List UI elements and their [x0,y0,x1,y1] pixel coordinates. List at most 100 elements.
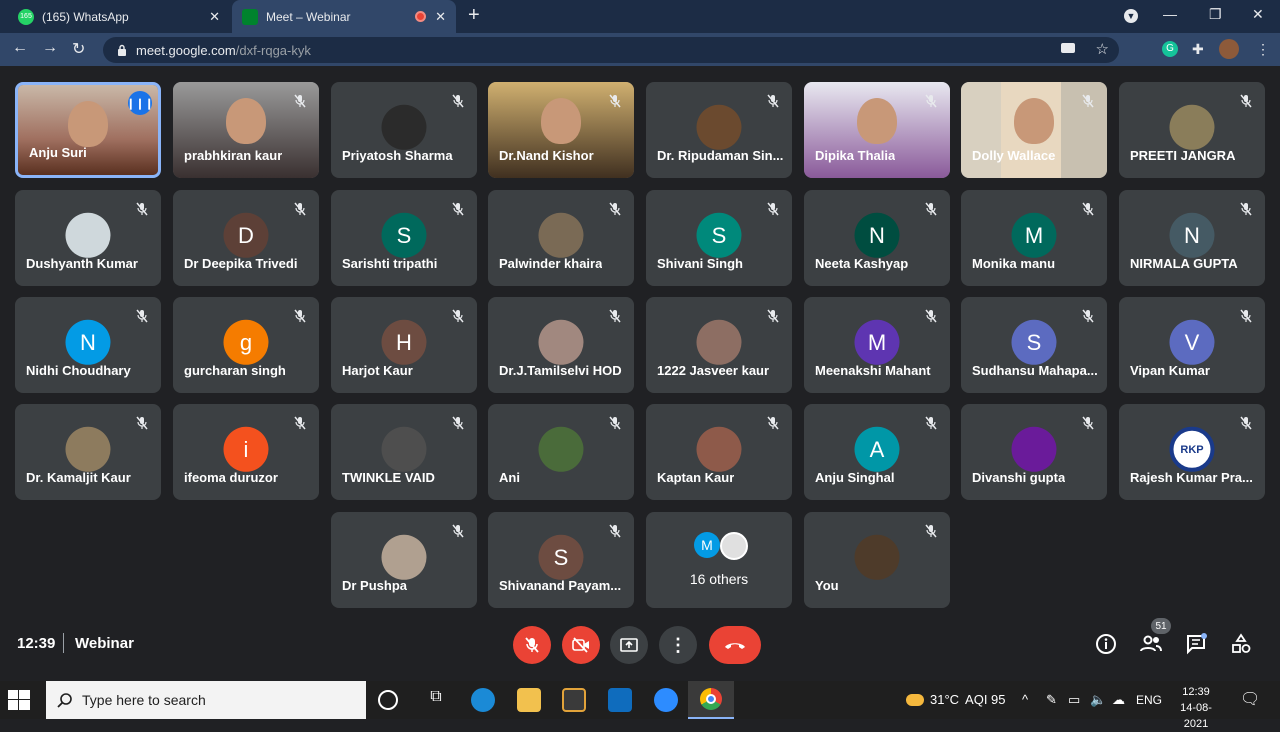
participant-tile[interactable]: Dr Pushpa [331,512,477,608]
volume-icon[interactable]: 🔈 [1090,692,1106,708]
zoom-icon[interactable] [654,688,678,712]
back-arrow-icon[interactable]: ← [12,39,28,57]
participant-tile[interactable]: Ani [488,404,634,500]
participant-name: Harjot Kaur [342,363,413,378]
camera-off-icon [572,637,589,653]
muted-mic-icon [1081,202,1095,216]
browser-toolbar: ← → ↻ meet.google.com/dxf-rqga-kyk ☆ G ✚… [0,33,1280,66]
participant-tile[interactable]: Kaptan Kaur [646,404,792,500]
pen-icon[interactable]: ✎ [1046,692,1057,708]
participant-tile[interactable]: M Meenakshi Mahant [804,297,950,393]
muted-mic-icon [766,416,780,430]
network-icon[interactable]: ☁ [1112,692,1125,708]
participant-tile[interactable]: S Shivani Singh [646,190,792,286]
taskbar-search-box[interactable]: Type here to search [46,681,366,719]
activities-button[interactable] [1229,632,1253,656]
show-hidden-icons-icon[interactable]: ^ [1022,692,1028,707]
participant-tile[interactable]: prabhkiran kaur [173,82,319,178]
participant-tile[interactable]: RKP Rajesh Kumar Pra... [1119,404,1265,500]
cortana-icon[interactable] [378,690,398,710]
mic-toggle-button[interactable] [513,626,551,664]
language-indicator[interactable]: ENG [1136,693,1162,707]
chat-button[interactable] [1184,632,1208,656]
task-view-icon[interactable]: ⧉ [424,688,448,712]
participant-tile[interactable]: N NIRMALA GUPTA [1119,190,1265,286]
new-tab-button[interactable]: + [468,4,480,27]
close-window-icon[interactable]: ✕ [1252,6,1264,23]
participant-tile[interactable]: N Neeta Kashyap [804,190,950,286]
more-options-button[interactable]: ⋮ [659,626,697,664]
people-button[interactable] [1139,632,1163,656]
participant-tile[interactable]: Dr. Kamaljit Kaur [15,404,161,500]
participant-tile[interactable]: g gurcharan singh [173,297,319,393]
edge-icon[interactable] [471,688,495,712]
participant-tile[interactable]: Dipika Thalia [804,82,950,178]
chat-icon [1187,633,1207,655]
participant-tile[interactable]: M 16 others [646,512,792,608]
notifications-icon[interactable]: 🗨 [1240,689,1260,709]
participant-tile[interactable]: Priyatosh Sharma [331,82,477,178]
participant-avatar [65,212,111,258]
minimize-icon[interactable]: — [1163,6,1177,22]
participant-tile[interactable]: i ifeoma duruzor [173,404,319,500]
participant-avatar [696,426,742,472]
browser-menu-icon[interactable]: ⋮ [1256,41,1270,58]
close-tab-icon[interactable]: ✕ [209,9,220,25]
participant-tile[interactable]: D Dr Deepika Trivedi [173,190,319,286]
weather-widget[interactable]: 31°C AQI 95 [906,692,1006,707]
bookmark-star-icon[interactable]: ☆ [1096,40,1109,58]
chrome-taskbar-button[interactable] [688,681,734,719]
present-screen-button[interactable] [610,626,648,664]
maximize-icon[interactable]: ❐ [1209,6,1222,23]
participant-name: Dr.J.Tamilselvi HOD [499,363,622,378]
extensions-puzzle-icon[interactable]: ✚ [1192,41,1204,58]
participant-tile[interactable]: S Shivanand Payam... [488,512,634,608]
address-bar[interactable]: meet.google.com/dxf-rqga-kyk ☆ [103,37,1119,63]
participant-tile[interactable]: H Harjot Kaur [331,297,477,393]
participant-tile[interactable]: PREETI JANGRA [1119,82,1265,178]
tab-label: (165) WhatsApp [42,9,129,24]
participant-tile[interactable]: Dr. Ripudaman Sin... [646,82,792,178]
participant-tile[interactable]: You [804,512,950,608]
close-tab-icon[interactable]: ✕ [435,9,446,25]
participant-tile[interactable]: 1222 Jasveer kaur [646,297,792,393]
participant-tile[interactable]: S Sarishti tripathi [331,190,477,286]
lock-icon [118,44,126,56]
participant-avatar: M [854,319,900,365]
participant-tile[interactable]: Dolly Wallace [961,82,1107,178]
participant-tile[interactable]: Dr.J.Tamilselvi HOD [488,297,634,393]
camera-toggle-button[interactable] [562,626,600,664]
participant-tile[interactable]: Divanshi gupta [961,404,1107,500]
store-icon[interactable] [562,688,586,712]
reload-icon[interactable]: ↻ [72,39,85,59]
participant-tile[interactable]: V Vipan Kumar [1119,297,1265,393]
participant-tile[interactable]: Dushyanth Kumar [15,190,161,286]
participant-name: gurcharan singh [184,363,286,378]
tab-meet[interactable]: Meet – Webinar ✕ [232,0,456,33]
forward-arrow-icon[interactable]: → [42,39,58,57]
leave-call-button[interactable] [709,626,761,664]
participant-tile[interactable]: M Monika manu [961,190,1107,286]
tab-search-icon[interactable]: ▼ [1124,9,1138,23]
taskbar-date: 14-08-2021 [1180,702,1212,730]
participant-tile[interactable]: A Anju Singhal [804,404,950,500]
participant-name: Nidhi Choudhary [26,363,131,378]
taskbar-clock[interactable]: 12:39 14-08-2021 [1170,684,1222,732]
camera-permission-icon[interactable] [1061,43,1075,53]
tab-whatsapp[interactable]: 165 (165) WhatsApp ✕ [8,0,230,33]
participant-tile[interactable]: Anju Suri ❙❙❙ [15,82,161,178]
participant-tile[interactable]: S Sudhansu Mahapa... [961,297,1107,393]
meeting-details-button[interactable] [1094,632,1118,656]
mail-icon[interactable] [608,688,632,712]
profile-avatar[interactable] [1219,39,1239,59]
file-explorer-icon[interactable] [517,688,541,712]
grammarly-extension-icon[interactable]: G [1162,41,1178,57]
meet-icon [242,8,258,25]
participant-tile[interactable]: Palwinder khaira [488,190,634,286]
windows-start-icon[interactable] [8,690,30,710]
participant-tile[interactable]: Dr.Nand Kishor [488,82,634,178]
participant-tile[interactable]: N Nidhi Choudhary [15,297,161,393]
muted-mic-icon [135,416,149,430]
battery-icon[interactable]: ▭ [1068,692,1080,708]
participant-tile[interactable]: TWINKLE VAID [331,404,477,500]
